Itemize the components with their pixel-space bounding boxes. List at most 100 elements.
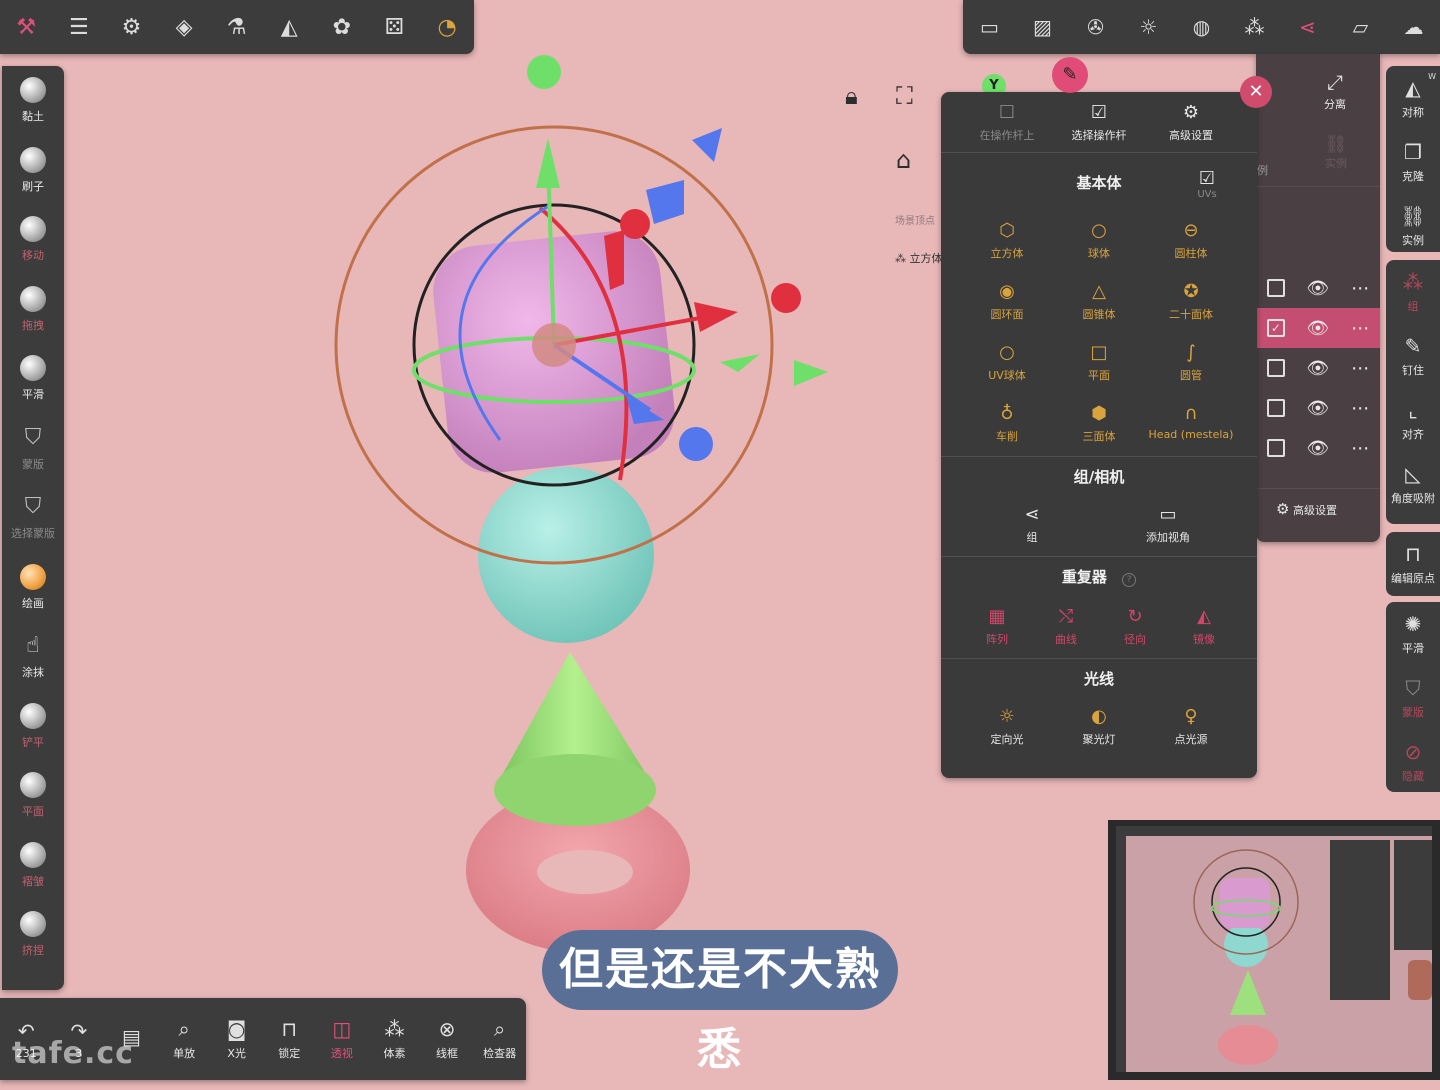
primitive-cube[interactable]: ⬡ 立方体	[957, 220, 1057, 261]
primitive-sphere[interactable]: ○ 球体	[1049, 220, 1149, 261]
scene-row[interactable]: 👁︎ ⋯	[1256, 388, 1380, 428]
tool-angle-snap[interactable]: ◺ 角度吸附	[1386, 452, 1440, 516]
visible-checkbox[interactable]	[1266, 439, 1285, 457]
sun-icon[interactable]: ☼	[1122, 0, 1175, 54]
scene-row[interactable]: 👁︎ ⋯	[1256, 428, 1380, 468]
uvs-toggle[interactable]: ☑ UVs	[1185, 168, 1229, 200]
globe-icon[interactable]: ◍	[1175, 0, 1228, 54]
tool-paint[interactable]: 绘画	[2, 553, 64, 623]
fullscreen-icon[interactable]: ⛶	[896, 82, 913, 110]
repeater-mirror[interactable]: ◭ 镜像	[1154, 606, 1254, 647]
cone-object[interactable]	[494, 652, 656, 826]
palette-icon[interactable]: ✿	[316, 0, 369, 54]
bottom-tool-wireframe[interactable]: ⊗ 线框	[421, 1017, 474, 1061]
image-icon[interactable]: ▨	[1016, 0, 1069, 54]
bottom-tool-search[interactable]: ⌕ 单放	[158, 1017, 211, 1061]
tool-smudge[interactable]: ☝ 涂抹	[2, 622, 64, 692]
tool-plane[interactable]: 平面	[2, 761, 64, 831]
primitive-cylinder[interactable]: ⊖ 圆柱体	[1141, 220, 1241, 261]
gizmo-icon[interactable]: ◔	[421, 0, 474, 54]
visible-checkbox[interactable]	[1266, 359, 1285, 377]
tool-mask-right[interactable]: ⛉ 蒙版	[1386, 666, 1440, 730]
more-icon[interactable]: ⋯	[1351, 318, 1369, 339]
eye-icon[interactable]: 👁︎	[1307, 318, 1330, 339]
layers-icon[interactable]: ◈	[158, 0, 211, 54]
tool-hide[interactable]: ⊘ 隐藏	[1386, 730, 1440, 794]
sphere-object[interactable]	[478, 467, 654, 643]
bottom-tool-inspector[interactable]: ⌕ 检查器	[473, 1017, 526, 1061]
add-view-button[interactable]: ▭ 添加视角	[1118, 504, 1218, 545]
scene-object-name[interactable]: ⁂ 立方体	[895, 250, 943, 266]
on-gizmo-toggle[interactable]: ☐ 在操作杆上	[957, 102, 1057, 143]
close-menu-button[interactable]: ✕	[1240, 76, 1272, 108]
tool-pin[interactable]: ✎ 钉住	[1386, 324, 1440, 388]
settings-icon[interactable]: ⚙	[105, 0, 158, 54]
eye-icon[interactable]: 👁︎	[1307, 438, 1330, 459]
more-icon[interactable]: ⋯	[1351, 278, 1369, 299]
tool-symmetry[interactable]: W ◭ 对称	[1386, 66, 1440, 130]
tool-drag[interactable]: 拖拽	[2, 275, 64, 345]
cloud-icon[interactable]: ☁	[1387, 0, 1440, 54]
flask-icon[interactable]: ⚗	[210, 0, 263, 54]
eye-icon[interactable]: 👁︎	[1307, 358, 1330, 379]
share-nodes-icon[interactable]: ⋖	[1281, 0, 1334, 54]
visible-checkbox[interactable]	[1266, 399, 1285, 417]
instance-disabled-button[interactable]: ⛓ 实例	[1306, 134, 1366, 171]
tool-crease[interactable]: 褶皱	[2, 831, 64, 901]
primitive-triplanar[interactable]: ⬢ 三面体	[1049, 403, 1149, 444]
primitive-cone[interactable]: △ 圆锥体	[1049, 281, 1149, 322]
bottom-tool-perspective[interactable]: ◫ 透视	[316, 1017, 369, 1061]
more-icon[interactable]: ⋯	[1351, 438, 1369, 459]
primitive-head[interactable]: ∩ Head (mestela)	[1141, 403, 1241, 441]
tool-align[interactable]: ⌞ 对齐	[1386, 388, 1440, 452]
light-directional-light[interactable]: ☼ 定向光	[957, 706, 1057, 747]
tool-mask[interactable]: ⛉ 蒙版	[2, 414, 64, 484]
home-icon[interactable]: ⌂	[896, 146, 911, 174]
eye-icon[interactable]: 👁︎	[1307, 278, 1330, 299]
camera-icon[interactable]: ▭	[963, 0, 1016, 54]
tool-pinch[interactable]: 挤捏	[2, 900, 64, 970]
primitive-tube[interactable]: ∫ 圆管	[1141, 342, 1241, 383]
tools-icon[interactable]: ⚒	[0, 0, 53, 54]
tool-clay[interactable]: 黏土	[2, 66, 64, 136]
help-icon[interactable]: ?	[1122, 573, 1137, 587]
symmetry-icon[interactable]: ◭	[263, 0, 316, 54]
tool-smooth-right[interactable]: ✺ 平滑	[1386, 602, 1440, 666]
tool-flatten[interactable]: 铲平	[2, 692, 64, 762]
light-point-light[interactable]: ♀ 点光源	[1141, 706, 1241, 747]
tool-move[interactable]: 移动	[2, 205, 64, 275]
split-button[interactable]: ⤢ 分离	[1300, 70, 1370, 112]
cubes-icon[interactable]: ⁂	[1228, 0, 1281, 54]
eye-icon[interactable]: 👁︎	[1307, 398, 1330, 419]
scene-row-selected[interactable]: ✓ 👁︎ ⋯	[1256, 308, 1380, 348]
aperture-icon[interactable]: ✇	[1069, 0, 1122, 54]
primitive-lathe[interactable]: ♁ 车削	[957, 403, 1057, 444]
folder-icon[interactable]: ▱	[1334, 0, 1387, 54]
tool-smooth[interactable]: 平滑	[2, 344, 64, 414]
tool-group[interactable]: ⁂ 组	[1386, 260, 1440, 324]
dice-icon[interactable]: ⚄	[368, 0, 421, 54]
tool-edit-origin[interactable]: ⊓ 编辑原点	[1386, 532, 1440, 596]
lock-view-icon[interactable]: 🔒︎	[845, 82, 858, 110]
visible-checkbox[interactable]: ✓	[1266, 319, 1285, 337]
more-icon[interactable]: ⋯	[1351, 358, 1369, 379]
light-spot-light[interactable]: ◐ 聚光灯	[1049, 706, 1149, 747]
tool-select-mask[interactable]: ⛉ 选择蒙版	[2, 483, 64, 553]
bottom-tool-voxel[interactable]: ⁂ 体素	[368, 1017, 421, 1061]
primitive-uv-sphere[interactable]: ○ UV球体	[957, 342, 1057, 383]
advanced-settings-button[interactable]: ⚙ 高级设置	[1141, 102, 1241, 143]
tool-clone[interactable]: ❐ 克隆	[1386, 130, 1440, 194]
tool-brush[interactable]: 刷子	[2, 136, 64, 206]
more-icon[interactable]: ⋯	[1351, 398, 1369, 419]
scene-row[interactable]: 👁︎ ⋯	[1256, 268, 1380, 308]
tool-instance[interactable]: ⛓ 实例	[1386, 194, 1440, 258]
primitive-plane[interactable]: □ 平面	[1049, 342, 1149, 383]
pin-menu-button[interactable]: ✎	[1052, 57, 1088, 93]
add-group-button[interactable]: ⋖ 组	[982, 504, 1082, 545]
primitive-icosahedron[interactable]: ✪ 二十面体	[1141, 281, 1241, 322]
bottom-tool-glasses[interactable]: ◙ X光	[210, 1017, 263, 1061]
bottom-tool-lock[interactable]: ⊓ 锁定	[263, 1017, 316, 1061]
scene-advanced-settings-button[interactable]: ⚙ 高级设置	[1276, 500, 1337, 518]
visible-checkbox[interactable]	[1266, 279, 1285, 297]
sliders-icon[interactable]: ☰	[53, 0, 106, 54]
